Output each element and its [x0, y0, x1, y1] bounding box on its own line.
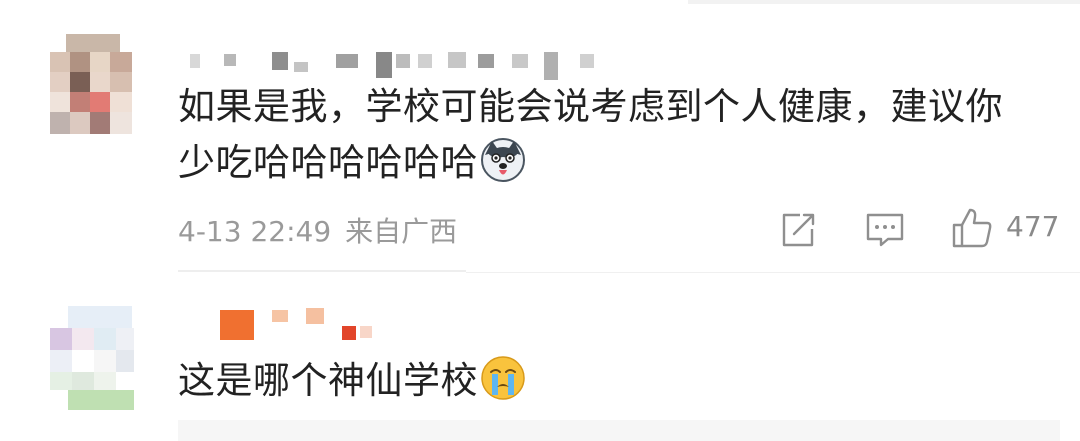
- divider: [178, 270, 466, 272]
- comment-text-line: 如果是我，学校可能会说考虑到个人健康，建议你: [178, 85, 1003, 128]
- reply-preview-box[interactable]: [178, 420, 1060, 441]
- avatar[interactable]: [50, 34, 136, 138]
- share-icon[interactable]: [778, 210, 818, 250]
- comment-location: 来自广西: [345, 215, 458, 248]
- top-divider: [688, 0, 1080, 4]
- username-blurred[interactable]: [220, 308, 380, 340]
- like-count: 477: [1006, 210, 1060, 243]
- comment-meta: 4-13 22:49 来自广西: [178, 210, 457, 250]
- comment-time: 4-13 22:49: [178, 215, 332, 248]
- divider: [466, 272, 1080, 273]
- husky-doge-emoji: [480, 137, 526, 183]
- comment-icon[interactable]: [864, 210, 906, 250]
- username-blurred[interactable]: [190, 48, 630, 80]
- comment-text: 少吃哈哈哈哈哈哈: [178, 141, 478, 184]
- avatar[interactable]: [50, 306, 136, 410]
- comment-text-line-2: 少吃哈哈哈哈哈哈: [178, 136, 526, 190]
- comment-text: 这是哪个神仙学校: [178, 359, 478, 402]
- crying-face-emoji: [480, 355, 526, 401]
- comment-text-line-2: 这是哪个神仙学校: [178, 354, 526, 408]
- like-icon[interactable]: [950, 206, 994, 250]
